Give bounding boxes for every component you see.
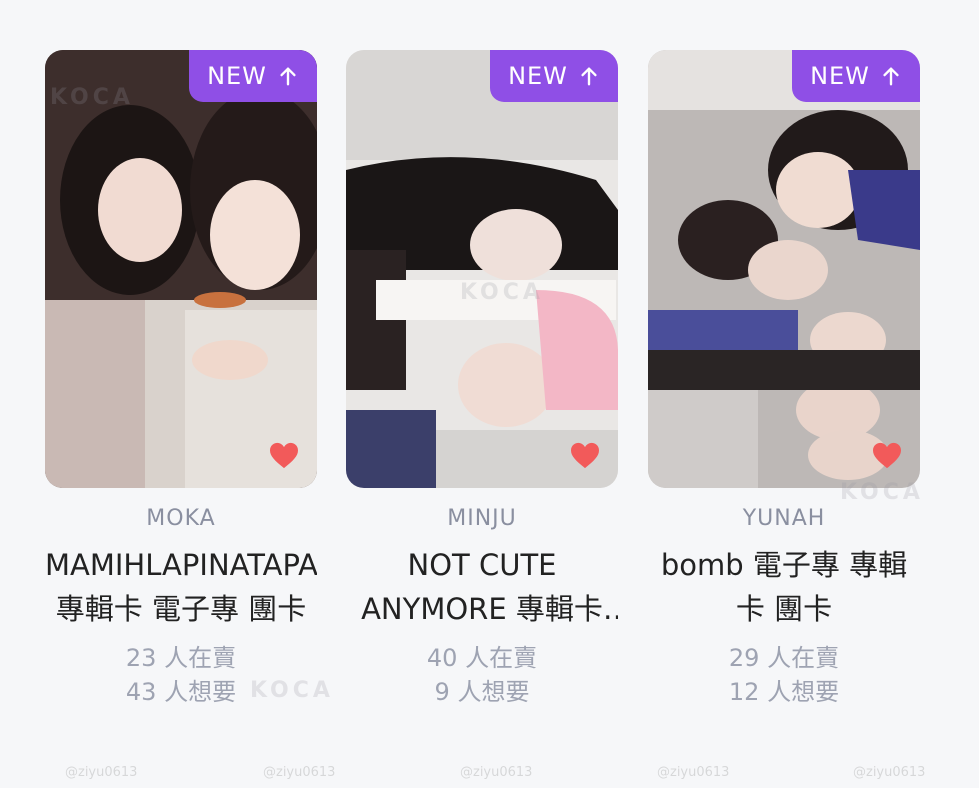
sellers-count: 29 人在賣 xyxy=(728,644,840,672)
new-badge: NEW xyxy=(792,50,920,102)
photocard-image[interactable]: NEW xyxy=(648,50,920,488)
member-name: YUNAH xyxy=(742,506,826,531)
arrow-up-icon xyxy=(581,67,597,86)
arrow-up-icon xyxy=(883,67,899,86)
photocard-image[interactable]: NEW xyxy=(346,50,618,488)
sellers-count: 40 人在賣 xyxy=(426,644,538,672)
photocard-title[interactable]: NOT CUTE ANYMORE 專輯卡 電子專 團卡 xyxy=(346,543,618,631)
watermark-handle: @ziyu0613 xyxy=(853,765,926,780)
new-badge: NEW xyxy=(189,50,317,102)
photocard-title[interactable]: bomb 電子專 專輯卡 團卡 xyxy=(648,543,920,631)
member-name: MOKA xyxy=(146,506,216,531)
wanters-count: 12 人想要 xyxy=(728,678,840,706)
photo-illustration xyxy=(45,50,317,488)
heart-icon[interactable] xyxy=(872,442,902,470)
new-badge-label: NEW xyxy=(508,62,568,90)
watermark-logo: KOCA xyxy=(840,480,924,505)
photocard-grid: NEW MOKA MAMIHLAPINATAPAI 專輯卡 電子專 團卡 23 … xyxy=(0,0,979,788)
photo-illustration xyxy=(346,50,618,488)
watermark-handle: @ziyu0613 xyxy=(263,765,336,780)
heart-icon[interactable] xyxy=(570,442,600,470)
watermark-handle: @ziyu0613 xyxy=(65,765,138,780)
watermark-logo: KOCA xyxy=(460,280,544,305)
arrow-up-icon xyxy=(280,67,296,86)
watermark-logo: KOCA xyxy=(50,85,134,110)
new-badge-label: NEW xyxy=(207,62,267,90)
wanters-count: 9 人想要 xyxy=(434,678,530,706)
photocard-image[interactable]: NEW xyxy=(45,50,317,488)
photocard-title[interactable]: MAMIHLAPINATAPAI 專輯卡 電子專 團卡 xyxy=(45,543,317,631)
photocard-info: MINJU NOT CUTE ANYMORE 專輯卡 電子專 團卡 40 人在賣… xyxy=(346,506,618,709)
photocard-info: YUNAH bomb 電子專 專輯卡 團卡 29 人在賣 12 人想要 xyxy=(648,506,920,709)
heart-icon[interactable] xyxy=(269,442,299,470)
watermark-logo: KOCA xyxy=(250,678,334,703)
photocard-item[interactable]: NEW MOKA MAMIHLAPINATAPAI 專輯卡 電子專 團卡 23 … xyxy=(45,50,320,709)
member-name: MINJU xyxy=(447,506,517,531)
photocard-item[interactable]: NEW YUNAH bomb 電子專 專輯卡 團卡 29 人在賣 12 人想要 xyxy=(648,50,923,709)
photocard-item[interactable]: NEW MINJU NOT CUTE ANYMORE 專輯卡 電子專 團卡 40… xyxy=(346,50,621,709)
watermark-handle: @ziyu0613 xyxy=(460,765,533,780)
watermark-handle: @ziyu0613 xyxy=(657,765,730,780)
photo-illustration xyxy=(648,50,920,488)
new-badge-label: NEW xyxy=(810,62,870,90)
sellers-count: 23 人在賣 xyxy=(125,644,237,672)
new-badge: NEW xyxy=(490,50,618,102)
